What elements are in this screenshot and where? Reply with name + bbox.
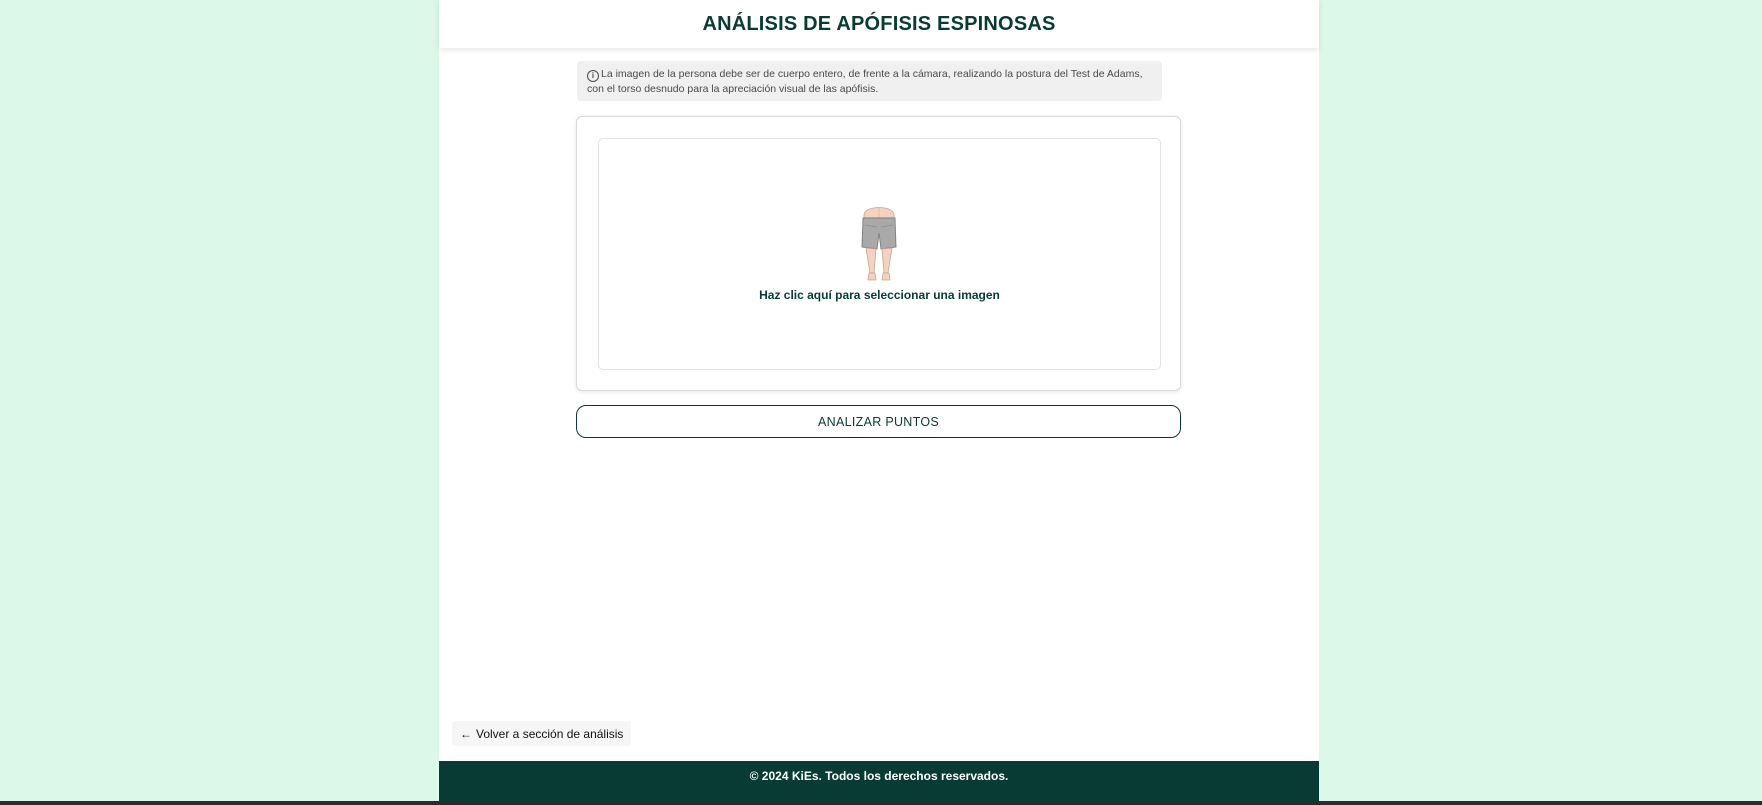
- info-icon: i: [587, 70, 599, 82]
- analyze-points-button[interactable]: ANALIZAR PUNTOS: [576, 405, 1181, 438]
- info-box: i La imagen de la persona debe ser de cue…: [577, 61, 1162, 101]
- footer: © 2024 KiEs. Todos los derechos reservad…: [439, 761, 1319, 801]
- back-link-label: Volver a sección de análisis: [476, 726, 624, 741]
- dropzone-label[interactable]: Haz clic aquí para seleccionar una image…: [599, 288, 1160, 302]
- back-to-analysis-link[interactable]: ← Volver a sección de análisis: [452, 721, 632, 746]
- header: ANÁLISIS DE APÓFISIS ESPINOSAS: [439, 0, 1319, 48]
- arrow-left-icon: ←: [460, 726, 472, 741]
- footer-copyright: © 2024 KiEs. Todos los derechos reservad…: [749, 769, 1009, 783]
- adams-test-figure-icon: [861, 207, 897, 281]
- window-bottom-border: [0, 801, 1762, 805]
- page-title: ANÁLISIS DE APÓFISIS ESPINOSAS: [702, 12, 1056, 35]
- info-text: La imagen de la persona debe ser de cuer…: [587, 68, 1143, 95]
- upload-card: Haz clic aquí para seleccionar una image…: [576, 116, 1181, 391]
- app-container: ANÁLISIS DE APÓFISIS ESPINOSAS i La image…: [439, 0, 1319, 801]
- image-dropzone[interactable]: Haz clic aquí para seleccionar una image…: [598, 138, 1161, 370]
